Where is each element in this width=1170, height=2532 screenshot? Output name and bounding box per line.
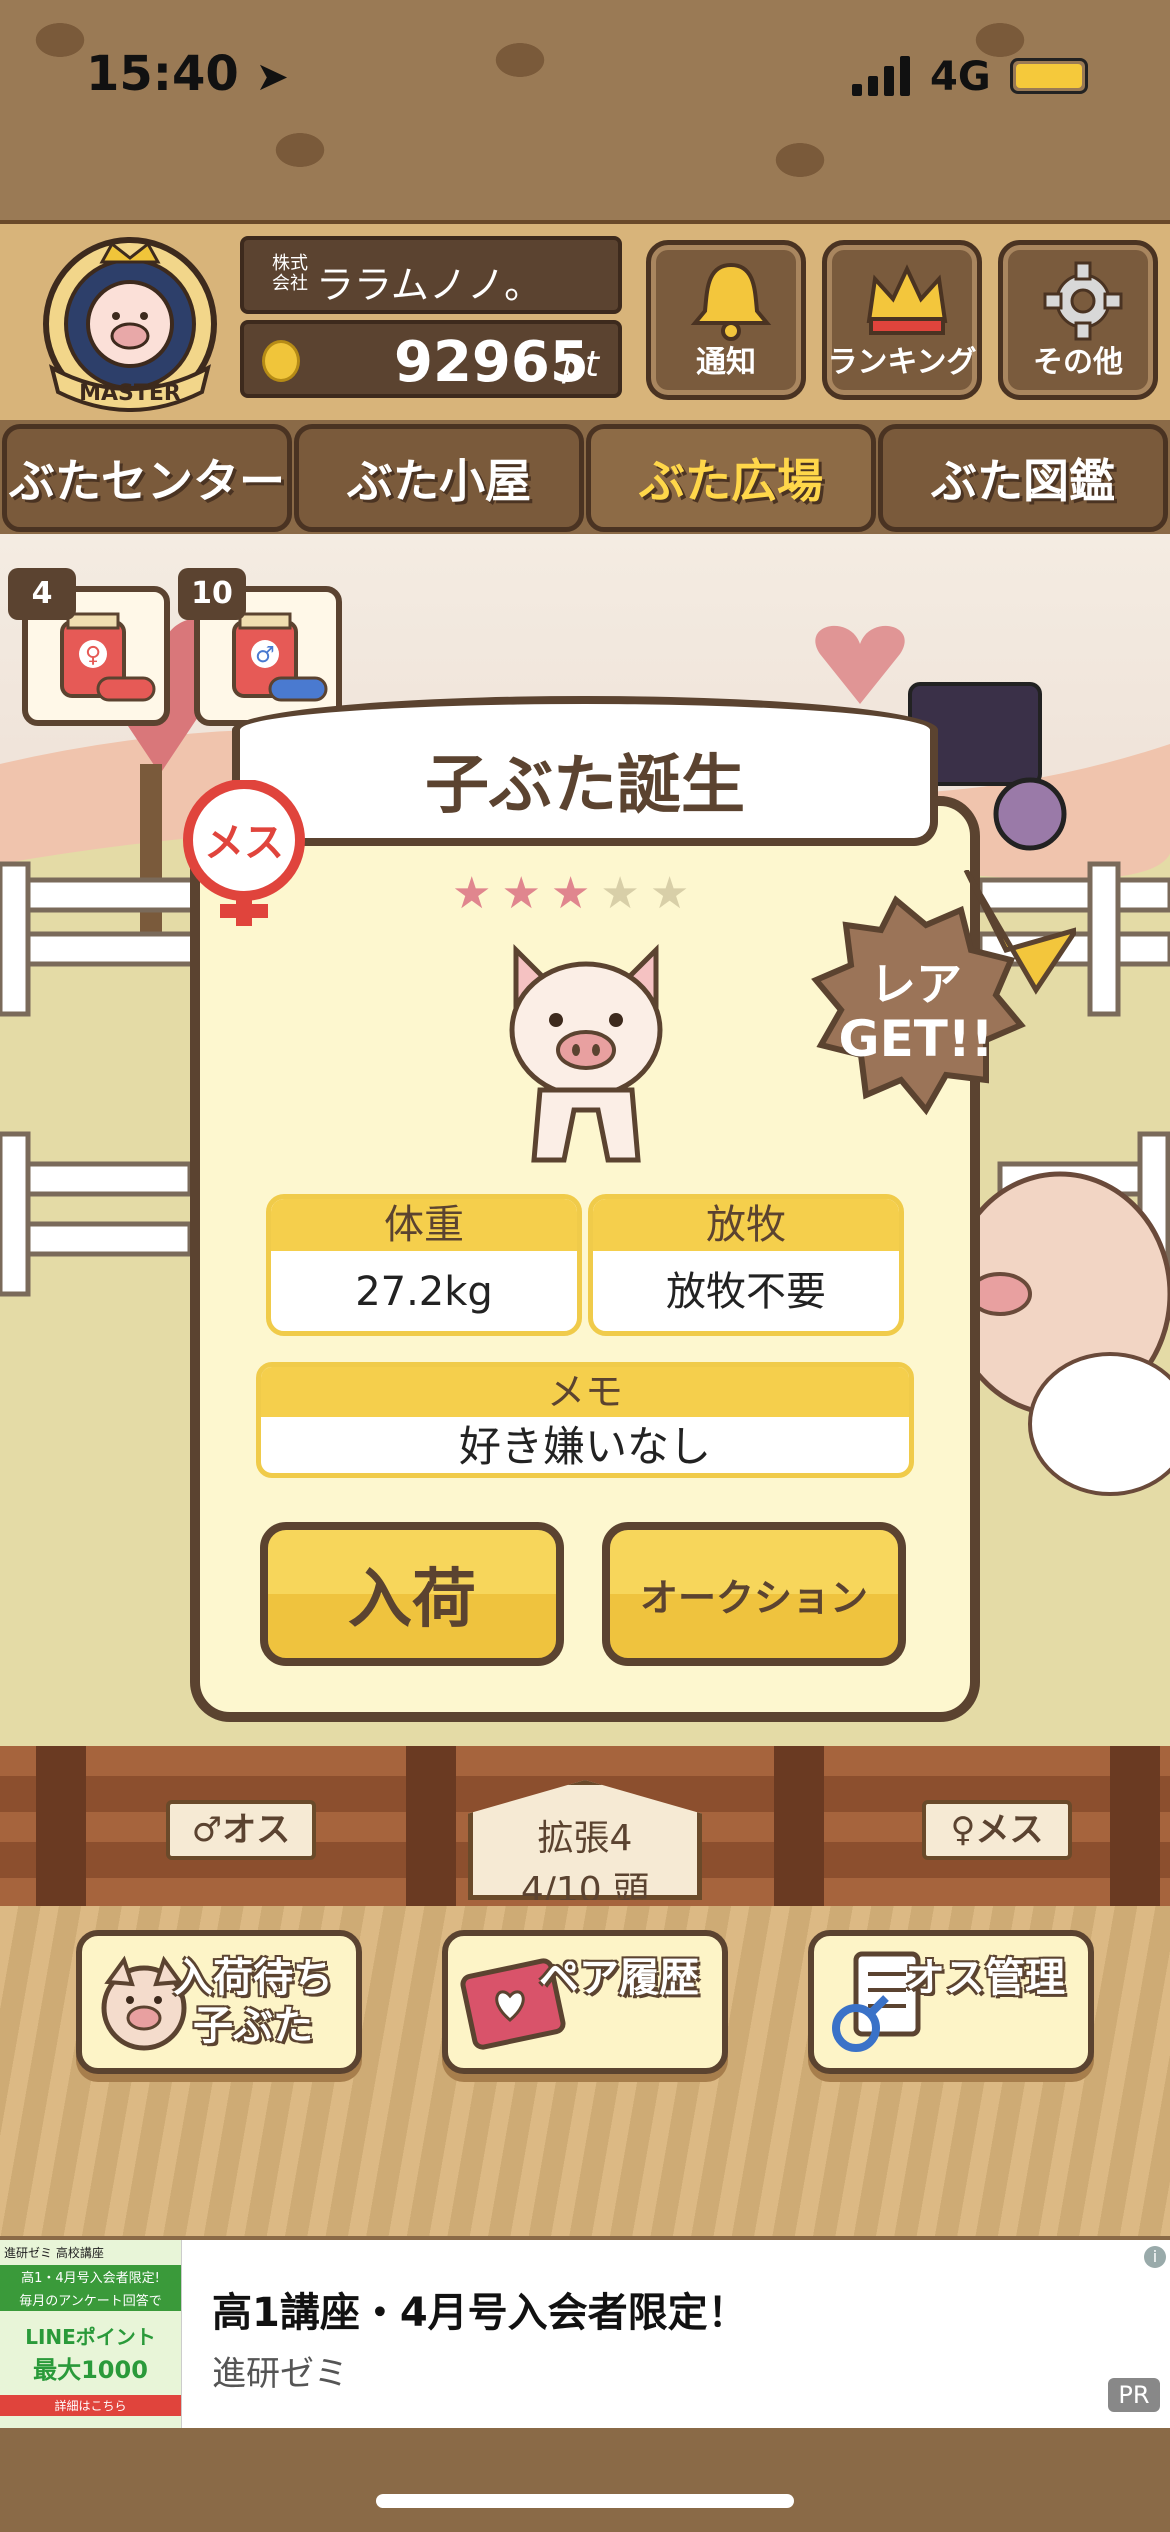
signal-icon (852, 56, 910, 96)
coin-icon (262, 340, 300, 382)
graze-value: 放牧不要 (666, 1269, 826, 1315)
waiting-piglets-label: 入荷待ち子ぶた (173, 1955, 333, 2049)
auction-button[interactable]: オークション (602, 1522, 906, 1666)
weight-card: 体重 27.2kg (266, 1194, 582, 1336)
star-icon: ★ (452, 868, 502, 919)
tab-buta-hut[interactable]: ぶた小屋 (294, 424, 584, 532)
network-type: 4G (930, 54, 991, 100)
other-label: その他 (1033, 345, 1123, 380)
ad-image-top: 進研ゼミ 高校講座 (4, 2246, 104, 2260)
ad-subtitle: 進研ゼミ (212, 2354, 348, 2394)
svg-text:♀: ♀ (85, 643, 101, 668)
male-management-button[interactable]: オス管理 (808, 1930, 1094, 2074)
star-empty-icon: ★ (649, 868, 700, 919)
get-label: GET!! (839, 1010, 994, 1068)
female-sign: ♀メス (922, 1800, 1072, 1860)
ranking-label: ランキング (827, 345, 977, 380)
crown-icon (866, 264, 948, 335)
svg-text:♂: ♂ (255, 643, 275, 668)
pair-history-label: ペア履歴 (539, 1955, 699, 2001)
star-icon: ★ (501, 868, 551, 919)
battery-icon (1010, 58, 1088, 94)
ad-image-line3: LINEポイント (25, 2325, 156, 2349)
company-prefix: 株式会社 (272, 253, 308, 294)
status-time: 15:40 ➤ (86, 46, 289, 102)
points-unit: pt (562, 344, 599, 385)
rare-get-badge: レア GET!! (811, 870, 1076, 1116)
notification-label: 通知 (696, 345, 756, 380)
rare-label: レア (870, 957, 962, 1011)
tab-buta-plaza[interactable]: ぶた広場 (586, 424, 876, 532)
status-time-text: 15:40 (86, 46, 239, 102)
tab-buta-center[interactable]: ぶたセンター (2, 424, 292, 532)
ranking-button[interactable]: ランキング (822, 240, 982, 400)
ad-image-line2: 毎月のアンケート回答で (0, 2288, 181, 2311)
ad-title[interactable]: 高1講座・4月号入会者限定！ (212, 2280, 748, 2338)
female-medicine-count: 4 (8, 568, 76, 620)
company-name: ララムノノ。 (316, 263, 543, 307)
memo-label: メモ (261, 1367, 909, 1417)
waiting-piglets-button[interactable]: 入荷待ち子ぶた (76, 1930, 362, 2074)
bell-icon (690, 262, 772, 341)
male-sign: ♂オス (166, 1800, 316, 1860)
notification-button[interactable]: 通知 (646, 240, 806, 400)
graze-label: 放牧 (593, 1199, 899, 1251)
dialog-title: 子ぶた誕生 (425, 749, 745, 823)
stock-button[interactable]: 入荷 (260, 1522, 564, 1666)
rarity-stars: ★★★★★ (452, 868, 699, 919)
tab-buta-encyclopedia[interactable]: ぶた図鑑 (878, 424, 1168, 532)
piglet-image (509, 943, 663, 1163)
star-icon: ★ (550, 868, 601, 919)
company-box: 株式会社 ララムノノ。 (240, 236, 622, 314)
expansion-level: 拡張4 (537, 1818, 633, 1859)
pair-history-button[interactable]: ペア履歴 (442, 1930, 728, 2074)
gender-label: メス (204, 820, 284, 866)
bottom-background (0, 2428, 1170, 2532)
ad-image-link: 詳細はこちら (0, 2395, 181, 2416)
badge-label: MASTER (79, 381, 181, 406)
top-background (0, 0, 1170, 220)
gear-icon (1043, 261, 1123, 341)
graze-card: 放牧 放牧不要 (588, 1194, 904, 1336)
ad-image-line1: 高1・4月号入会者限定! (0, 2265, 181, 2288)
ad-info-icon[interactable]: i (1144, 2246, 1166, 2268)
dialog-title-banner: 子ぶた誕生 (232, 696, 938, 846)
weight-label: 体重 (271, 1199, 577, 1251)
points-box: 92965 pt (240, 320, 622, 398)
home-indicator[interactable] (376, 2494, 794, 2508)
memo-value: 好き嫌いなし (458, 1422, 711, 1471)
male-management-label: オス管理 (905, 1955, 1065, 2001)
ad-banner[interactable]: 進研ゼミ 高校講座 高1・4月号入会者限定! 毎月のアンケート回答で LINEポ… (0, 2240, 1170, 2428)
other-button[interactable]: その他 (998, 240, 1158, 400)
master-badge[interactable]: MASTER (32, 232, 228, 412)
ad-image-line4: 最大1000 (33, 2356, 148, 2384)
points-value: 92965 (394, 330, 589, 395)
memo-card: メモ 好き嫌いなし (256, 1362, 914, 1478)
ad-pr-badge: PR (1108, 2378, 1160, 2412)
ad-image[interactable]: 進研ゼミ 高校講座 高1・4月号入会者限定! 毎月のアンケート回答で LINEポ… (0, 2240, 182, 2428)
star-empty-icon: ★ (600, 868, 650, 919)
weight-value: 27.2kg (355, 1269, 493, 1315)
male-medicine-count: 10 (178, 568, 246, 620)
female-gender-badge: メス (183, 780, 305, 926)
location-icon: ➤ (255, 54, 290, 100)
